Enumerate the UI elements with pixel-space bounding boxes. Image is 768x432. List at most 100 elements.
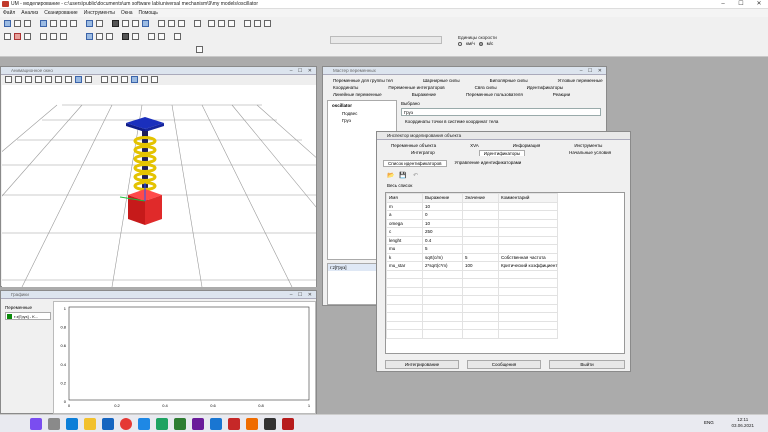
cell-comment[interactable] [497,201,559,211]
whole-list-label[interactable]: Весь список [387,183,412,188]
view-box-icon[interactable] [121,76,128,83]
tab-user-vars[interactable]: Переменные пользователя [462,92,527,97]
app-icon-7[interactable] [138,418,150,430]
cell-value[interactable] [462,210,499,220]
cell-value[interactable] [462,244,499,254]
menu-analysis[interactable]: Анализ [21,10,38,16]
cell-empty[interactable] [497,278,559,288]
cell-empty[interactable] [497,295,559,305]
selected-input[interactable]: Груз [401,108,601,116]
cell-empty[interactable] [462,269,499,279]
subtab-identifier-management[interactable]: Управление идентификаторами [451,160,526,167]
lock-icon[interactable] [132,33,139,40]
menu-help[interactable]: Помощь [139,10,158,16]
view-fit-icon[interactable] [35,76,42,83]
view-wireframe-icon[interactable] [141,76,148,83]
table-row[interactable]: mu 5 [386,244,559,254]
tab-linear-vars[interactable]: Линейные переменные [329,92,386,97]
var-list-item[interactable]: r:z[Груз] [328,264,376,271]
table-row-empty[interactable] [386,295,559,305]
cell-name[interactable]: c [386,227,423,237]
pause-icon[interactable] [96,33,103,40]
scale-icon[interactable] [96,20,103,27]
cell-name[interactable]: m [386,201,423,211]
view-zoom-out-icon[interactable] [25,76,32,83]
copy-icon[interactable] [122,20,129,27]
table-row[interactable]: mu_star 2*sqrt(c*m) 100 Критический коэффиц… [386,261,559,271]
tab-xva[interactable]: XVA [466,143,483,148]
excel-icon[interactable] [156,418,168,430]
cell-empty[interactable] [497,320,559,330]
tab-contact-forces[interactable]: Связ силы [471,85,501,90]
split-icon[interactable] [228,20,235,27]
tree-root[interactable]: oscillator [328,101,396,110]
tab-angular-vars[interactable]: Угловые переменные [554,78,607,83]
table-row-empty[interactable] [386,312,559,322]
cell-name[interactable]: a [386,210,423,220]
graph-plot-area[interactable]: 1 0.8 0.6 0.4 0.2 0 0 0.2 0.4 0.6 0.8 1 [53,301,316,414]
cell-empty[interactable] [422,320,463,330]
cell-value[interactable] [462,235,499,245]
col-comment[interactable]: Комментарий [497,193,559,203]
table-row-empty[interactable] [386,329,559,339]
graph-legend-item[interactable]: r:z[Груз] - K... [5,312,51,320]
identifiers-icon[interactable] [40,33,47,40]
col-name[interactable]: Имя [386,193,423,203]
col-value[interactable]: Значение [462,193,499,203]
tab-reactions[interactable]: Реакции [549,92,574,97]
graph-icon[interactable] [50,20,57,27]
tab-information[interactable]: Информация [509,143,545,148]
cell-empty[interactable] [497,303,559,313]
table-row-empty[interactable] [386,286,559,296]
view-cube-icon[interactable] [111,76,118,83]
cell-empty[interactable] [386,320,423,330]
text-icon[interactable] [142,20,149,27]
cell-comment[interactable] [497,235,559,245]
app-icon-12[interactable] [228,418,240,430]
cell-empty[interactable] [462,295,499,305]
cell-comment[interactable] [497,218,559,228]
tree-item-load[interactable]: Груз [328,117,396,124]
chrome-icon[interactable] [120,418,132,430]
tab-bipolar-forces[interactable]: Биполярные силы [486,78,532,83]
record-icon[interactable] [122,33,129,40]
pointer-icon[interactable] [112,20,119,27]
tab-expression[interactable]: Выражение [408,92,440,97]
menu-windows[interactable]: Окна [121,10,133,16]
cell-empty[interactable] [462,278,499,288]
tab-identifiers[interactable]: Идентификаторы [523,85,567,90]
cell-empty[interactable] [462,286,499,296]
cell-comment[interactable] [497,244,559,254]
cell-empty[interactable] [422,303,463,313]
cascade-icon[interactable] [254,20,261,27]
paste-icon[interactable] [132,20,139,27]
cell-empty[interactable] [497,329,559,339]
cell-comment[interactable] [497,210,559,220]
tab-joint-forces[interactable]: Шарнирные силы [419,78,464,83]
save-icon[interactable] [24,20,31,27]
edge-icon[interactable] [66,418,78,430]
menu-tools[interactable]: Инструменты [84,10,115,16]
cell-empty[interactable] [386,269,423,279]
language-indicator[interactable]: ENG [704,420,714,425]
view-cube-blue-icon[interactable] [131,76,138,83]
cell-name[interactable]: omega [386,218,423,228]
table-row-empty[interactable] [386,278,559,288]
object-combo[interactable] [330,36,442,44]
cell-empty[interactable] [497,286,559,296]
integration-button[interactable]: Интегрирование [385,360,459,369]
grid-icon[interactable] [194,20,201,27]
cell-empty[interactable] [386,303,423,313]
options-icon[interactable] [24,33,31,40]
3d-scene[interactable] [0,85,463,288]
cell-expression[interactable]: 2*sqrt(c*m) [422,261,463,271]
cell-empty[interactable] [462,329,499,339]
cell-expression[interactable]: 250 [422,227,463,237]
cell-empty[interactable] [497,312,559,322]
cell-value[interactable] [462,201,499,211]
app-icon-14[interactable] [264,418,276,430]
cell-empty[interactable] [422,295,463,305]
new-icon[interactable] [4,20,11,27]
messages-button[interactable]: Сообщения [467,360,541,369]
cell-comment[interactable]: Критический коэффициент [497,261,559,271]
